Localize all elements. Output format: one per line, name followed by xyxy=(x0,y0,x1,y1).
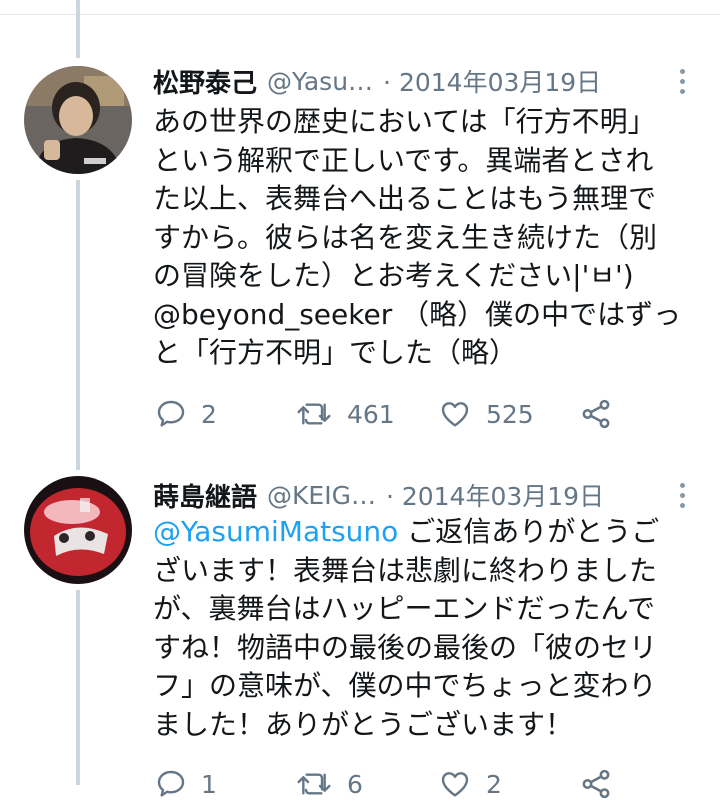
avatar-photo xyxy=(24,476,132,584)
tweet-text-line: という解釈で正しいです。異端者とされ xyxy=(153,143,654,177)
tweet-text-line: フ」の意味が、僕の中でちょっと変わり xyxy=(153,669,657,702)
share-button[interactable] xyxy=(579,394,613,434)
avatar[interactable] xyxy=(24,476,132,584)
share-button[interactable] xyxy=(579,764,613,804)
share-icon xyxy=(582,769,610,799)
like-button[interactable]: 525 xyxy=(438,394,534,434)
more-options-icon[interactable] xyxy=(672,475,692,515)
reply-icon xyxy=(157,400,185,427)
avatar[interactable] xyxy=(24,66,132,174)
retweet-icon xyxy=(297,403,331,425)
tweet-date[interactable]: · 2014年03月19日 xyxy=(386,477,604,513)
tweet-header: 蒔島継語 @KEIG… · 2014年03月19日 xyxy=(153,475,693,515)
tweet-text-line: ました！ありがとうございます！ xyxy=(153,707,574,741)
reply-icon xyxy=(157,770,185,797)
tweet-text-line: と「行方不明」でした（略） xyxy=(153,336,518,369)
tweet-date[interactable]: · 2014年03月19日 xyxy=(383,63,601,99)
tweet-actions: 1 6 2 xyxy=(155,764,625,804)
display-name[interactable]: 蒔島継語 xyxy=(153,477,257,514)
tweet[interactable]: 松野泰己 @Yasu… · 2014年03月19日 あの世界の歴史においては「行… xyxy=(0,0,720,460)
tweet-text-fragment: ご返信ありがとうご xyxy=(398,515,660,548)
retweet-button[interactable]: 461 xyxy=(295,394,395,434)
tweet-text-line: すね！物語中の最後の最後の「彼のセリ xyxy=(153,630,658,664)
avatar-photo xyxy=(24,66,132,174)
retweet-button[interactable]: 6 xyxy=(295,764,363,804)
share-icon xyxy=(582,399,610,429)
reply-button[interactable]: 1 xyxy=(155,764,217,804)
tweet-text-line: た以上、表舞台へ出ることはもう無理で xyxy=(153,182,657,215)
user-handle[interactable]: @Yasu… xyxy=(267,67,373,96)
like-count: 525 xyxy=(486,399,534,429)
tweet-text-line: の冒険をした）とお考えください|'ㅂ') xyxy=(153,259,634,292)
mention-link[interactable]: @YasumiMatsuno xyxy=(153,515,398,548)
tweet-header: 松野泰己 @Yasu… · 2014年03月19日 xyxy=(153,61,693,101)
like-button[interactable]: 2 xyxy=(438,764,502,804)
like-icon xyxy=(441,772,469,797)
retweet-count: 6 xyxy=(347,769,363,799)
more-options-icon[interactable] xyxy=(672,61,692,101)
tweet-text: あの世界の歴史においては「行方不明」 という解釈で正しいです。異端者とされ た以… xyxy=(153,103,698,373)
tweet-text-line: あの世界の歴史においては「行方不明」 xyxy=(153,105,656,138)
like-icon xyxy=(441,402,469,427)
tweet-text-line: ざいます！表舞台は悲劇に終わりました xyxy=(153,553,658,587)
reply-count: 2 xyxy=(201,399,217,429)
retweet-icon xyxy=(297,773,331,795)
tweet-text-line: が、裏舞台はハッピーエンドだったんで xyxy=(153,592,656,625)
tweet-text-line: すから。彼らは名を変え生き続けた（別 xyxy=(153,220,658,254)
tweet-text: @YasumiMatsuno ご返信ありがとうご ざいます！表舞台は悲劇に終わり… xyxy=(153,513,698,744)
display-name[interactable]: 松野泰己 xyxy=(153,63,257,100)
tweet-actions: 2 461 525 xyxy=(155,394,625,434)
tweet-text-line: @YasumiMatsuno ご返信ありがとうご xyxy=(153,513,698,552)
retweet-count: 461 xyxy=(347,399,395,429)
reply-count: 1 xyxy=(201,769,217,799)
tweet[interactable]: 蒔島継語 @KEIG… · 2014年03月19日 @YasumiMatsuno… xyxy=(0,460,720,799)
tweet-text-line: @beyond_seeker （略）僕の中ではずっ xyxy=(153,297,682,331)
like-count: 2 xyxy=(486,769,502,799)
user-handle[interactable]: @KEIG… xyxy=(267,481,376,510)
reply-button[interactable]: 2 xyxy=(155,394,217,434)
